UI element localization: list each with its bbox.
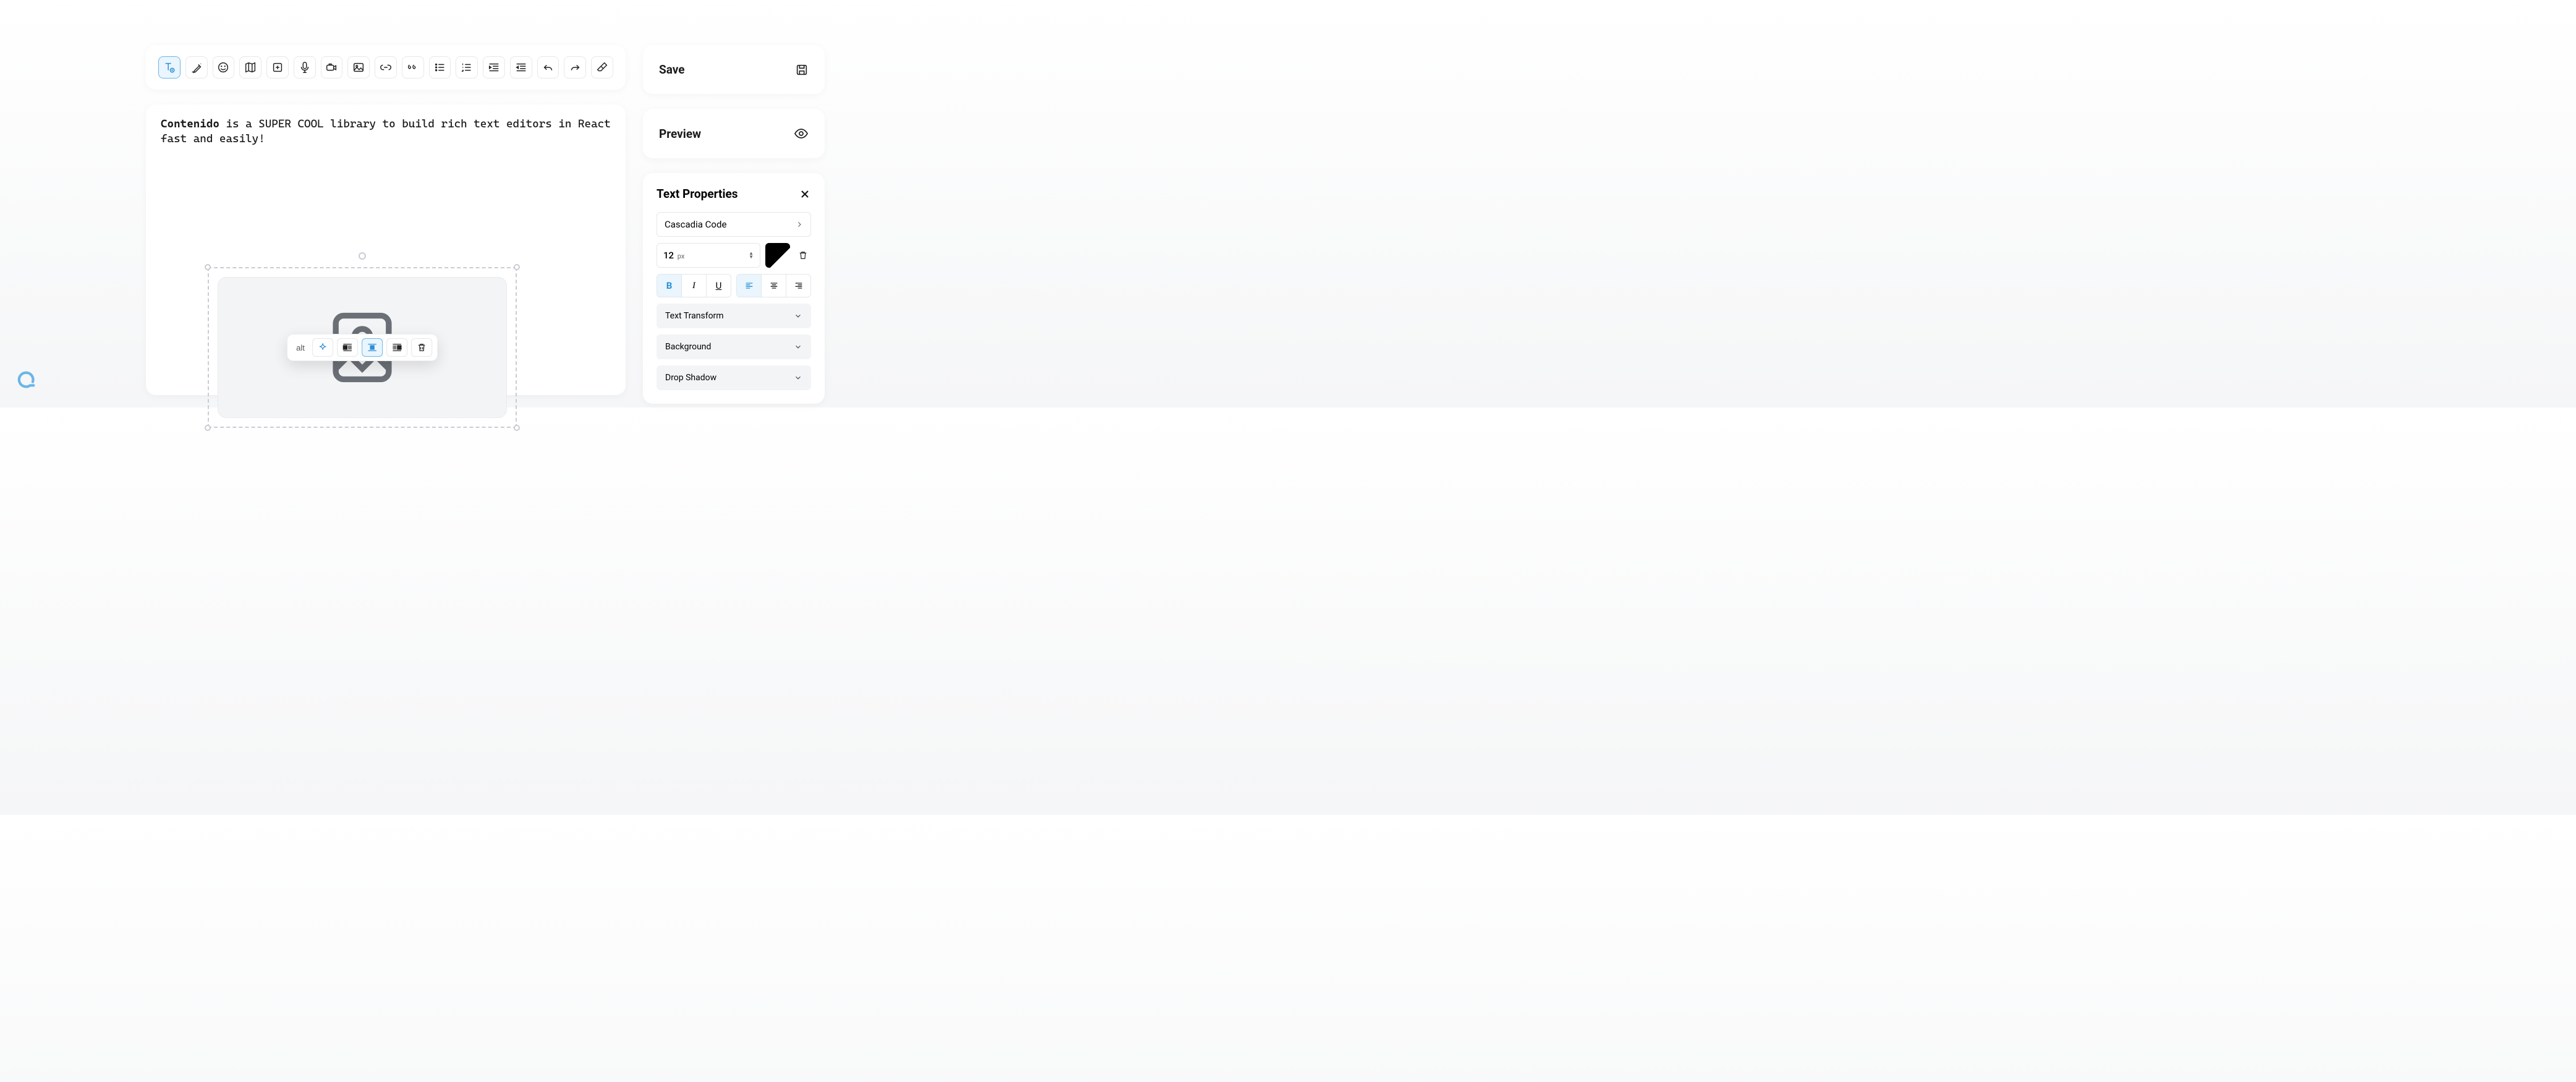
text-transform-section[interactable]: Text Transform bbox=[657, 304, 811, 328]
align-center-button[interactable] bbox=[362, 338, 383, 357]
bullet-list-button[interactable] bbox=[429, 56, 451, 79]
drop-shadow-section[interactable]: Drop Shadow bbox=[657, 365, 811, 390]
resize-handle-icon[interactable] bbox=[514, 425, 520, 431]
eraser-button[interactable] bbox=[591, 56, 613, 79]
indent-button[interactable] bbox=[483, 56, 505, 79]
clear-color-button[interactable] bbox=[795, 243, 811, 268]
editor-toolbar bbox=[146, 45, 626, 90]
chevron-down-icon bbox=[794, 343, 802, 351]
resize-handle-icon[interactable] bbox=[205, 264, 211, 270]
alt-text-button[interactable]: alt bbox=[292, 343, 308, 352]
image-selection-frame: alt bbox=[208, 261, 517, 434]
editor-canvas[interactable]: Contenido is a SUPER COOL library to bui… bbox=[146, 104, 626, 395]
resize-handle-icon[interactable] bbox=[514, 264, 520, 270]
add-card-button[interactable] bbox=[266, 56, 289, 79]
image-button[interactable] bbox=[347, 56, 370, 79]
resize-handle-icon[interactable] bbox=[205, 425, 211, 431]
italic-button[interactable]: I bbox=[681, 275, 706, 297]
text-align-left-button[interactable] bbox=[737, 275, 761, 297]
emoji-button[interactable] bbox=[213, 56, 235, 79]
text-properties-panel: Text Properties Cascadia Code 12 px ▲▼ bbox=[643, 173, 825, 404]
chevron-right-icon bbox=[796, 221, 803, 228]
image-floating-toolbar: alt bbox=[287, 334, 438, 361]
close-icon[interactable] bbox=[799, 188, 811, 200]
redo-button[interactable] bbox=[564, 56, 586, 79]
effects-button[interactable] bbox=[312, 338, 333, 357]
save-button[interactable]: Save bbox=[643, 45, 825, 94]
text-settings-button[interactable] bbox=[158, 56, 181, 79]
color-swatch[interactable] bbox=[765, 243, 790, 268]
preview-button[interactable]: Preview bbox=[643, 109, 825, 158]
bold-button[interactable]: B bbox=[657, 275, 681, 297]
save-icon bbox=[795, 63, 809, 77]
link-button[interactable] bbox=[375, 56, 397, 79]
numbered-list-button[interactable] bbox=[456, 56, 478, 79]
background-section[interactable]: Background bbox=[657, 334, 811, 359]
chevron-down-icon bbox=[794, 312, 802, 320]
rotate-handle-icon[interactable] bbox=[359, 252, 366, 260]
spinner-icon[interactable]: ▲▼ bbox=[749, 252, 754, 259]
text-align-center-button[interactable] bbox=[761, 275, 786, 297]
align-right-button[interactable] bbox=[386, 338, 407, 357]
highlight-button[interactable] bbox=[185, 56, 208, 79]
save-label: Save bbox=[659, 62, 685, 77]
editor-content-text[interactable]: Contenido is a SUPER COOL library to bui… bbox=[161, 117, 611, 147]
trash-icon bbox=[797, 250, 809, 261]
eye-icon bbox=[794, 126, 809, 141]
undo-button[interactable] bbox=[537, 56, 559, 79]
microphone-button[interactable] bbox=[294, 56, 316, 79]
panel-title: Text Properties bbox=[657, 187, 738, 201]
preview-label: Preview bbox=[659, 127, 701, 141]
font-family-value: Cascadia Code bbox=[665, 219, 726, 230]
outdent-button[interactable] bbox=[510, 56, 532, 79]
quote-button[interactable] bbox=[402, 56, 424, 79]
chevron-down-icon bbox=[794, 373, 802, 382]
video-button[interactable] bbox=[321, 56, 343, 79]
map-button[interactable] bbox=[239, 56, 261, 79]
text-align-right-button[interactable] bbox=[786, 275, 810, 297]
underline-button[interactable]: U bbox=[706, 275, 731, 297]
align-left-button[interactable] bbox=[337, 338, 358, 357]
brand-logo-icon bbox=[16, 368, 37, 391]
font-family-select[interactable]: Cascadia Code bbox=[657, 212, 811, 237]
delete-image-button[interactable] bbox=[411, 338, 432, 357]
font-size-input[interactable]: 12 px ▲▼ bbox=[657, 243, 760, 268]
